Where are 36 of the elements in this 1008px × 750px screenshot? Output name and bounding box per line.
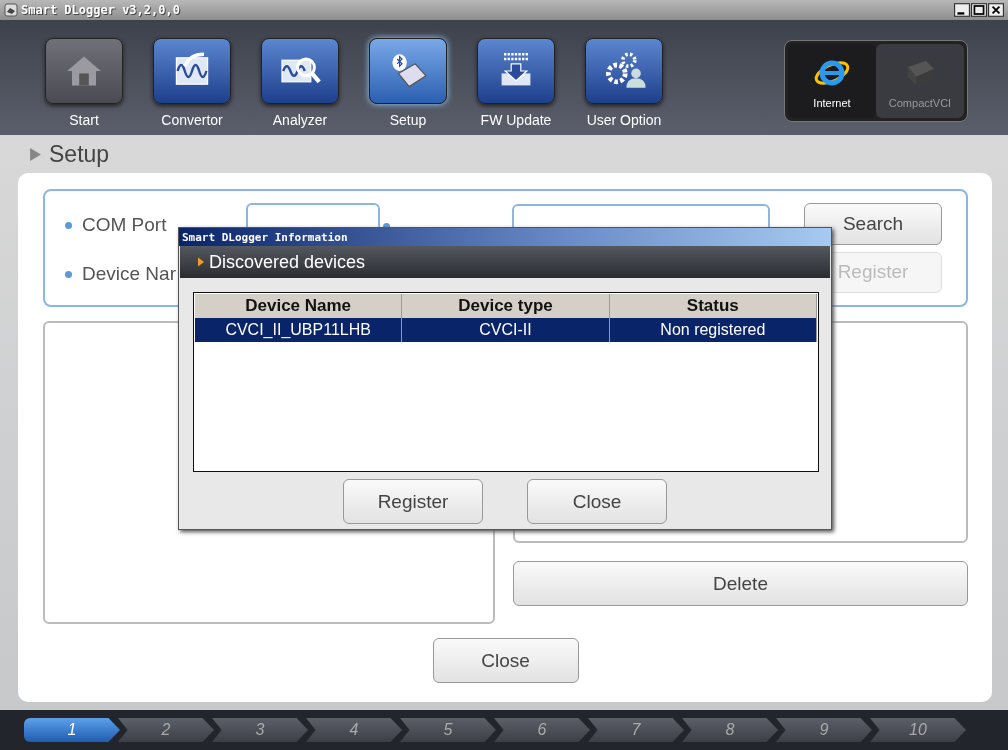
step-tab[interactable]: 2 xyxy=(118,718,214,742)
close-button[interactable]: Close xyxy=(432,638,579,683)
step-tab[interactable]: 4 xyxy=(306,718,402,742)
maximize-icon[interactable] xyxy=(971,3,987,17)
quick-link-button[interactable]: Internet xyxy=(788,44,876,118)
bullet-icon xyxy=(65,221,72,229)
step-tab[interactable]: 6 xyxy=(494,718,590,742)
search-button[interactable]: Search xyxy=(804,203,942,245)
column-header: Status xyxy=(609,294,817,318)
step-tab[interactable]: 8 xyxy=(682,718,778,742)
table-cell: Non registered xyxy=(609,318,817,342)
step-tab[interactable]: 3 xyxy=(212,718,308,742)
step-tab[interactable]: 1 xyxy=(24,718,120,742)
dialog-heading: Discovered devices xyxy=(209,251,366,273)
table-row[interactable]: CVCI_II_UBP11LHB CVCI-II Non registered xyxy=(195,318,817,342)
column-header: Device Name xyxy=(195,294,403,318)
close-button[interactable]: Close xyxy=(527,479,667,524)
close-icon[interactable] xyxy=(988,3,1004,17)
minimize-icon[interactable] xyxy=(954,3,970,17)
table-cell: CVCI_II_UBP11LHB xyxy=(195,318,403,342)
register-button[interactable]: Register xyxy=(343,479,483,524)
triangle-icon xyxy=(198,257,204,267)
step-tab[interactable]: 10 xyxy=(870,718,966,742)
triangle-icon xyxy=(30,147,41,161)
app-icon xyxy=(4,3,18,17)
window-title: Smart DLogger v3,2,0,0 xyxy=(21,3,180,17)
step-tab[interactable]: 9 xyxy=(776,718,872,742)
field-label: COM Port xyxy=(82,214,168,236)
section-title: Setup xyxy=(49,140,110,168)
dialog-title: Smart DLogger Information xyxy=(179,228,831,246)
delete-button[interactable]: Delete xyxy=(513,561,968,606)
step-tab[interactable]: 5 xyxy=(400,718,496,742)
bullet-icon xyxy=(65,270,72,278)
field-label: Device Nar xyxy=(82,263,177,285)
column-header: Device type xyxy=(402,294,610,318)
table-cell: CVCI-II xyxy=(402,318,610,342)
